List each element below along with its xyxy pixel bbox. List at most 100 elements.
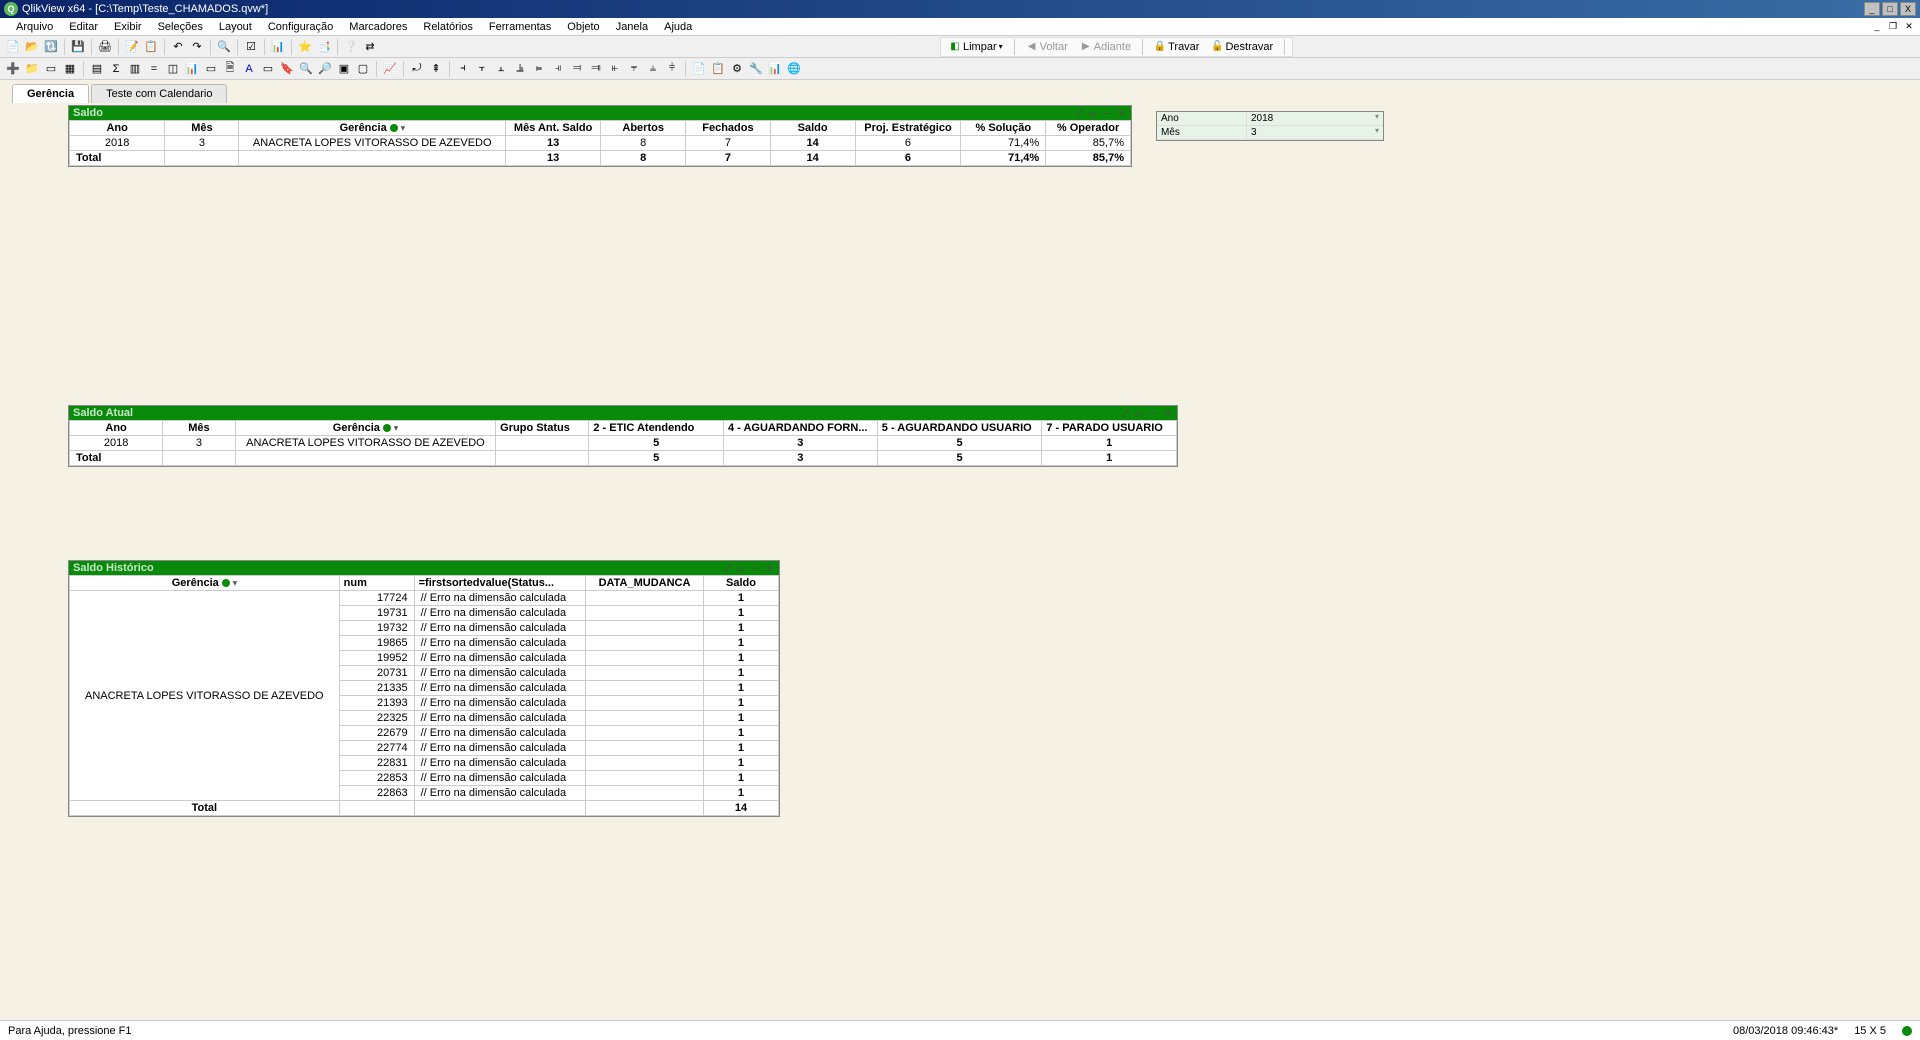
custom-obj-icon[interactable]: ▣	[335, 60, 353, 78]
refresh-icon[interactable]: 🔃	[42, 38, 60, 56]
back-button[interactable]: ◀ Voltar	[1022, 40, 1072, 54]
saldo-atual-data-row[interactable]: 2018 3 ANACRETA LOPES VITORASSO DE AZEVE…	[70, 436, 1177, 451]
distribute-h-icon[interactable]: ⫤	[568, 60, 586, 78]
bookmark-icon[interactable]: ⭐	[296, 38, 314, 56]
doc-props-icon[interactable]: 📄	[690, 60, 708, 78]
distribute-v-icon[interactable]: ⫥	[587, 60, 605, 78]
forward-button[interactable]: ▶ Adiante	[1076, 40, 1135, 54]
saldo-atual-object[interactable]: Saldo Atual ⤢ ▭ — ✕ Ano Mês Gerência ▾ G…	[68, 405, 1178, 467]
menu-janela[interactable]: Janela	[608, 21, 656, 33]
sa-col-ano[interactable]: Ano	[70, 421, 163, 436]
chart-wizard-icon[interactable]: 📊	[269, 38, 287, 56]
sa-col-mes[interactable]: Mês	[163, 421, 235, 436]
unlock-button[interactable]: 🔓 Destravar	[1207, 40, 1277, 54]
multibox-icon[interactable]: ▤	[88, 60, 106, 78]
col-saldo[interactable]: Saldo	[770, 121, 855, 136]
menu-ferramentas[interactable]: Ferramentas	[481, 21, 559, 33]
wizard-icon[interactable]: 📈	[381, 60, 399, 78]
container-icon[interactable]: 🔎	[316, 60, 334, 78]
menu-relatorios[interactable]: Relatórios	[415, 21, 481, 33]
col-solucao[interactable]: % Solução	[961, 121, 1046, 136]
adjust-bottom-icon[interactable]: ⫩	[663, 60, 681, 78]
adjust-left-icon[interactable]: ⫦	[606, 60, 624, 78]
align-right-icon[interactable]: ⫠	[492, 60, 510, 78]
mdi-restore[interactable]: ❐	[1886, 21, 1900, 33]
align-left-icon[interactable]: ⫞	[454, 60, 472, 78]
sa-col-usuario[interactable]: 5 - AGUARDANDO USUARIO	[877, 421, 1042, 436]
chart-icon[interactable]: ▥	[126, 60, 144, 78]
sa-col-forn[interactable]: 4 - AGUARDANDO FORN...	[723, 421, 877, 436]
sheet-props2-icon[interactable]: 📋	[709, 60, 727, 78]
webview-icon[interactable]: 🌐	[785, 60, 803, 78]
col-operador[interactable]: % Operador	[1046, 121, 1131, 136]
notes-icon[interactable]: 📑	[315, 38, 333, 56]
menu-selecoes[interactable]: Seleções	[150, 21, 211, 33]
saldo-hist-title-icons[interactable]: ⤢ ▭ — ✕	[724, 563, 775, 574]
barchart-icon[interactable]: 📊	[183, 60, 201, 78]
listbox-mes-dropdown-icon[interactable]: ▾	[1371, 126, 1383, 139]
col-mes[interactable]: Mês	[165, 121, 239, 136]
align-center-h-icon[interactable]: ⫟	[473, 60, 491, 78]
sh-col-gerencia[interactable]: Gerência ▾	[70, 576, 340, 591]
promote-icon[interactable]: ⇞	[427, 60, 445, 78]
clear-button[interactable]: ◧ Limpar ▾	[945, 40, 1007, 54]
sh-col-saldo[interactable]: Saldo	[703, 576, 778, 591]
dropdown-icon[interactable]: ▾	[999, 42, 1003, 51]
minimize-button[interactable]: _	[1864, 2, 1880, 16]
menu-arquivo[interactable]: Arquivo	[8, 21, 61, 33]
saldo-atual-title-icons[interactable]: ⤢ ▭ — ✕	[1122, 408, 1173, 419]
saldo-title-icons[interactable]: ⤢ ▭ — ✕	[1076, 108, 1127, 119]
col-mesant[interactable]: Mês Ant. Saldo	[505, 121, 600, 136]
dropdown-arrow-icon[interactable]: ▾	[233, 579, 237, 588]
col-proj[interactable]: Proj. Estratégico	[855, 121, 961, 136]
adjust-top-icon[interactable]: ⫨	[644, 60, 662, 78]
toggle-icon[interactable]: ⇄	[361, 38, 379, 56]
rotate-icon[interactable]: ⤾	[408, 60, 426, 78]
menu-objeto[interactable]: Objeto	[559, 21, 607, 33]
col-gerencia[interactable]: Gerência ▾	[239, 121, 506, 136]
open-icon[interactable]: 📂	[23, 38, 41, 56]
expression-icon[interactable]: 📊	[766, 60, 784, 78]
col-fechados[interactable]: Fechados	[686, 121, 771, 136]
edit-script-icon[interactable]: 📝	[123, 38, 141, 56]
sa-col-etic[interactable]: 2 - ETIC Atendendo	[589, 421, 724, 436]
saldo-historico-object[interactable]: Saldo Histórico ⤢ ▭ — ✕ Gerência ▾ num =…	[68, 560, 780, 817]
print-icon[interactable]: 🖨	[96, 38, 114, 56]
bookmark-obj-icon[interactable]: 🔖	[278, 60, 296, 78]
tab-gerencia[interactable]: Gerência	[12, 84, 89, 103]
line-arrow-icon[interactable]: A	[240, 60, 258, 78]
tablebox-icon[interactable]: Σ	[107, 60, 125, 78]
col-abertos[interactable]: Abertos	[601, 121, 686, 136]
align-middle-icon[interactable]: ⫢	[530, 60, 548, 78]
search-icon[interactable]: 🔍	[215, 38, 233, 56]
add-sheet-icon[interactable]: ➕	[4, 60, 22, 78]
text-icon[interactable]: 🗎	[221, 60, 239, 78]
mdi-close[interactable]: ✕	[1902, 21, 1916, 33]
menu-marcadores[interactable]: Marcadores	[341, 21, 415, 33]
listbox-ano-row[interactable]: Ano 2018 ▾	[1157, 112, 1383, 126]
help-icon[interactable]: ❔	[342, 38, 360, 56]
mdi-minimize[interactable]: _	[1870, 21, 1884, 33]
save-icon[interactable]: 💾	[69, 38, 87, 56]
reload-icon[interactable]: 📋	[142, 38, 160, 56]
tab-teste-calendario[interactable]: Teste com Calendario	[91, 84, 227, 103]
sh-col-data[interactable]: DATA_MUDANCA	[586, 576, 704, 591]
saldo-hist-titlebar[interactable]: Saldo Histórico ⤢ ▭ — ✕	[69, 561, 779, 575]
sh-col-num[interactable]: num	[339, 576, 414, 591]
sh-col-status[interactable]: =firstsortedvalue(Status...	[414, 576, 585, 591]
menu-layout[interactable]: Layout	[211, 21, 260, 33]
new-icon[interactable]: 📄	[4, 38, 22, 56]
saldo-data-row[interactable]: 2018 3 ANACRETA LOPES VITORASSO DE AZEVE…	[70, 136, 1131, 151]
col-ano[interactable]: Ano	[70, 121, 165, 136]
sa-col-grupo[interactable]: Grupo Status	[496, 421, 589, 436]
lock-button[interactable]: 🔒 Travar	[1150, 40, 1203, 54]
align-bottom-icon[interactable]: ⫣	[549, 60, 567, 78]
saldo-titlebar[interactable]: Saldo ⤢ ▭ — ✕	[69, 106, 1131, 120]
button-icon[interactable]: ▭	[202, 60, 220, 78]
saldo-object[interactable]: Saldo ⤢ ▭ — ✕ Ano Mês Gerência ▾ Mês Ant…	[68, 105, 1132, 167]
listbox-mes-row[interactable]: Mês 3 ▾	[1157, 126, 1383, 140]
dropdown-arrow-icon[interactable]: ▾	[394, 424, 398, 433]
search-obj-icon[interactable]: 🔍	[297, 60, 315, 78]
menu-ajuda[interactable]: Ajuda	[656, 21, 700, 33]
maximize-button[interactable]: □	[1882, 2, 1898, 16]
